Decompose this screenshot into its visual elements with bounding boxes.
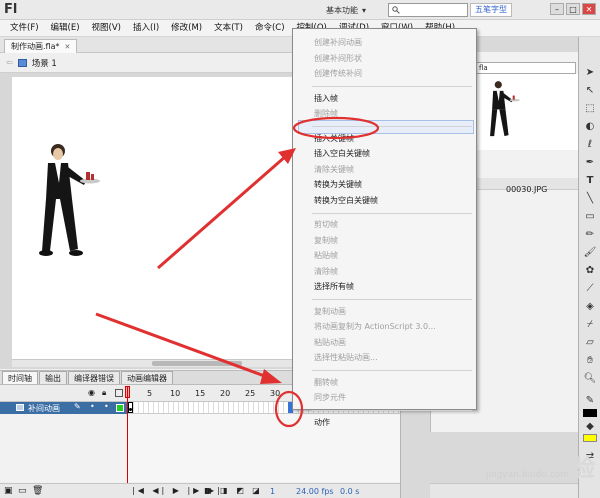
arrowhead-icon: [260, 369, 282, 384]
watermark-url: jingyan.baidu.com: [486, 470, 570, 480]
arrow-to-menu: [157, 154, 287, 270]
annotation-overlay: [95, 116, 380, 428]
frame-circle: [274, 390, 304, 428]
arrow-to-frame: [95, 312, 271, 380]
highlight-oval: [292, 116, 380, 140]
